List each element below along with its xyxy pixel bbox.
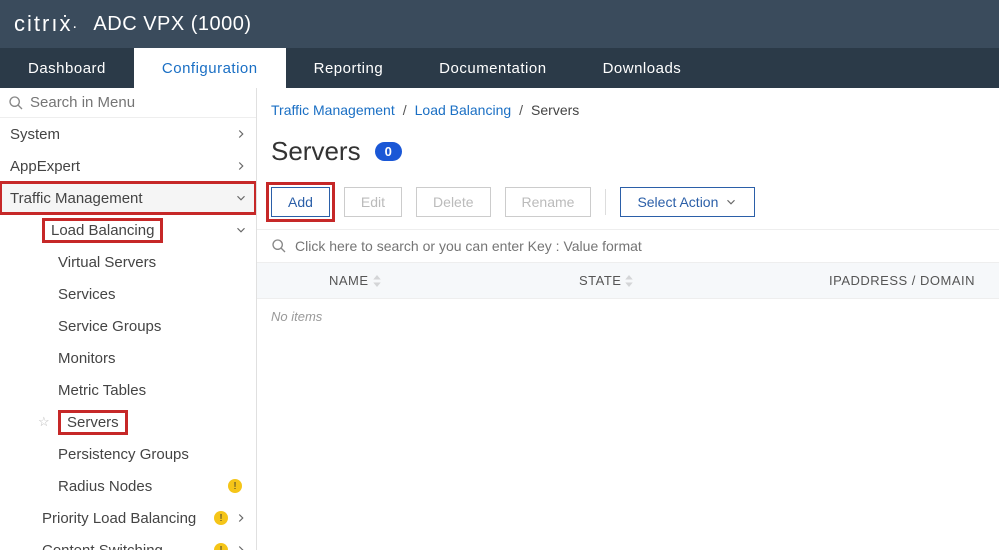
sidebar-item-label: Service Groups (58, 318, 248, 335)
sidebar-item-load-balancing[interactable]: Load Balancing (0, 214, 256, 246)
warning-icon: ! (214, 511, 228, 525)
breadcrumb-current: Servers (531, 102, 579, 118)
rename-button: Rename (505, 187, 592, 217)
toolbar: Add Edit Delete Rename Select Action (257, 187, 999, 217)
sidebar-item-label: Metric Tables (58, 382, 248, 399)
chevron-right-icon (234, 543, 248, 550)
tab-configuration[interactable]: Configuration (134, 48, 286, 88)
th-ip-label: IPADDRESS / DOMAIN (829, 273, 975, 288)
tab-documentation[interactable]: Documentation (411, 48, 574, 88)
th-state-label: STATE (579, 273, 621, 288)
sidebar-item-label: Virtual Servers (58, 254, 248, 271)
th-ipaddress[interactable]: IPADDRESS / DOMAIN (829, 273, 975, 288)
sidebar-item-label: Load Balancing (42, 218, 234, 243)
sidebar-item-label: Persistency Groups (58, 446, 248, 463)
add-button[interactable]: Add (271, 187, 330, 217)
sidebar-item-label: Servers (58, 410, 248, 435)
sidebar-item-traffic-management[interactable]: Traffic Management (0, 182, 256, 214)
brand-product: ADC VPX (1000) (93, 13, 251, 36)
th-name-label: NAME (329, 273, 369, 288)
chevron-down-icon (234, 191, 248, 205)
search-icon (271, 238, 287, 254)
main-content: Traffic Management / Load Balancing / Se… (257, 88, 999, 550)
tab-dashboard[interactable]: Dashboard (0, 48, 134, 88)
chevron-right-icon (234, 511, 248, 525)
sidebar-item-persistency-groups[interactable]: Persistency Groups (0, 438, 256, 470)
sidebar-item-metric-tables[interactable]: Metric Tables (0, 374, 256, 406)
sidebar-item-label: Radius Nodes (58, 478, 228, 495)
warning-icon: ! (228, 479, 242, 493)
filter-input[interactable] (295, 238, 985, 254)
select-action-button[interactable]: Select Action (620, 187, 755, 217)
sidebar-item-servers[interactable]: ☆ Servers (0, 406, 256, 438)
chevron-down-icon (724, 195, 738, 209)
sidebar-item-content-switching[interactable]: Content Switching ! (0, 534, 256, 550)
th-state[interactable]: STATE (579, 273, 829, 288)
brand-bar: citrıẋ. ADC VPX (1000) (0, 0, 999, 48)
sidebar-item-appexpert[interactable]: AppExpert (0, 150, 256, 182)
breadcrumb-link-2[interactable]: Load Balancing (415, 102, 512, 118)
sidebar-search-input[interactable] (30, 94, 248, 111)
edit-button: Edit (344, 187, 402, 217)
sort-icon (373, 275, 381, 287)
sidebar-item-radius-nodes[interactable]: Radius Nodes ! (0, 470, 256, 502)
count-badge: 0 (375, 142, 402, 161)
table-header: NAME STATE IPADDRESS / DOMAIN (257, 263, 999, 299)
chevron-right-icon (234, 127, 248, 141)
sidebar-item-service-groups[interactable]: Service Groups (0, 310, 256, 342)
sidebar-item-monitors[interactable]: Monitors (0, 342, 256, 374)
sidebar-item-system[interactable]: System (0, 118, 256, 150)
filter-row[interactable] (257, 229, 999, 263)
sidebar-search[interactable] (0, 88, 256, 118)
chevron-down-icon (234, 223, 248, 237)
nav-tabs: Dashboard Configuration Reporting Docume… (0, 48, 999, 88)
search-icon (8, 95, 24, 111)
warning-icon: ! (214, 543, 228, 550)
star-icon: ☆ (38, 414, 50, 430)
page-title-row: Servers 0 (257, 136, 999, 167)
delete-button: Delete (416, 187, 490, 217)
breadcrumb: Traffic Management / Load Balancing / Se… (257, 102, 999, 118)
sidebar-item-label: Monitors (58, 350, 248, 367)
th-name[interactable]: NAME (329, 273, 579, 288)
tab-reporting[interactable]: Reporting (286, 48, 412, 88)
tab-downloads[interactable]: Downloads (575, 48, 710, 88)
sidebar: System AppExpert Traffic Management Load… (0, 88, 257, 550)
sidebar-item-label: System (10, 126, 234, 143)
select-action-label: Select Action (637, 194, 718, 210)
breadcrumb-sep: / (403, 102, 407, 118)
breadcrumb-sep: / (519, 102, 523, 118)
sidebar-item-services[interactable]: Services (0, 278, 256, 310)
breadcrumb-link-1[interactable]: Traffic Management (271, 102, 395, 118)
table-empty: No items (257, 299, 999, 334)
page-title: Servers (271, 136, 361, 167)
brand-logo: citrıẋ (14, 11, 72, 37)
sidebar-item-label: Priority Load Balancing (42, 510, 214, 527)
sidebar-item-label: Traffic Management (10, 190, 234, 207)
sidebar-item-label: Services (58, 286, 248, 303)
sidebar-item-label: AppExpert (10, 158, 234, 175)
sidebar-item-priority-lb[interactable]: Priority Load Balancing ! (0, 502, 256, 534)
sidebar-item-label: Content Switching (42, 542, 214, 550)
sidebar-item-virtual-servers[interactable]: Virtual Servers (0, 246, 256, 278)
sort-icon (625, 275, 633, 287)
brand-dot: . (72, 15, 77, 33)
toolbar-divider (605, 189, 606, 215)
chevron-right-icon (234, 159, 248, 173)
